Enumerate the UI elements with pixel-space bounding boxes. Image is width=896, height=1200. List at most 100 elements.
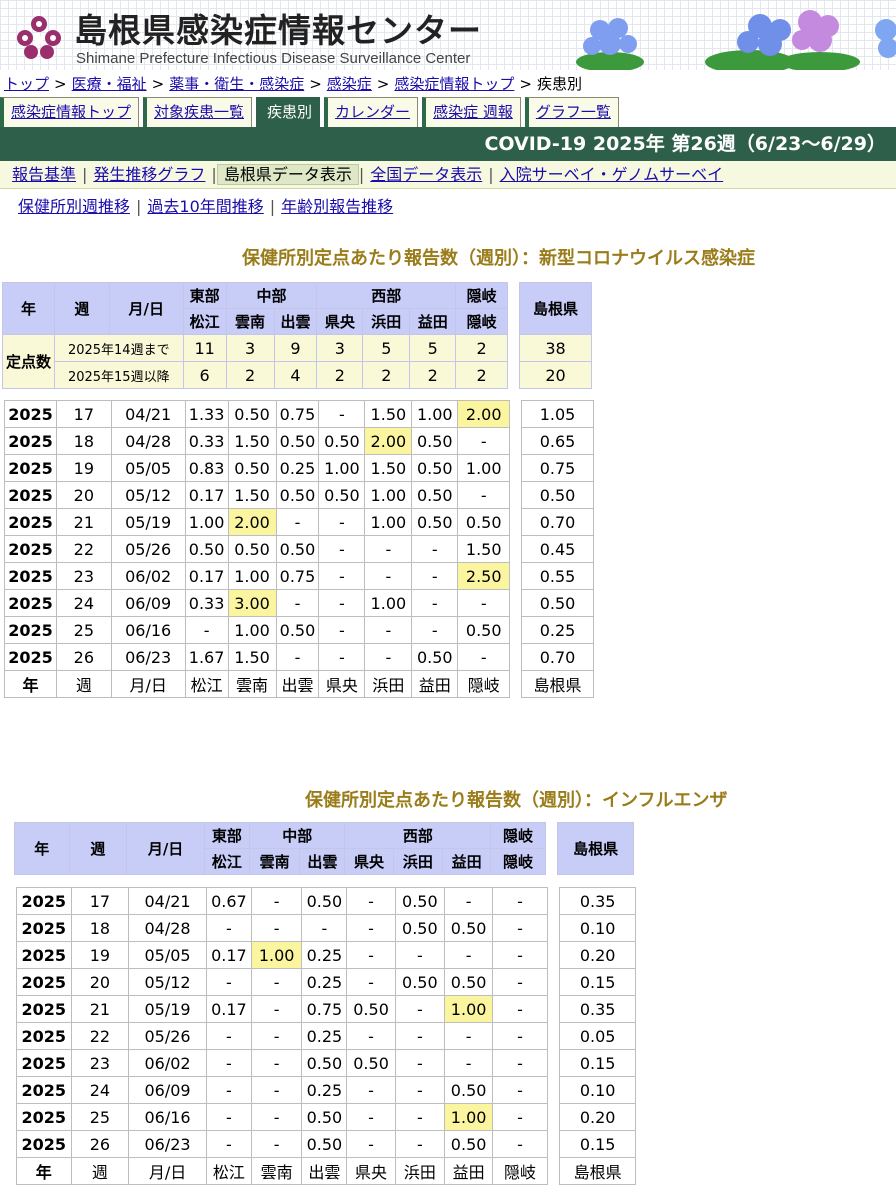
cell-date: 04/21 (128, 887, 207, 915)
tab-label[interactable]: カレンダー (335, 103, 410, 121)
subnav-link[interactable]: 報告基準 (12, 165, 76, 184)
region-header-oki: 隠岐 (455, 282, 509, 309)
tab-label[interactable]: グラフ一覧 (536, 103, 611, 121)
separator: | (211, 165, 217, 184)
subnav-trend-graph[interactable]: 発生推移グラフ (87, 165, 211, 184)
cell-year: 2025 (16, 887, 72, 915)
tab-label[interactable]: 感染症情報トップ (11, 103, 131, 121)
office-header-oki: 隠岐 (455, 308, 509, 335)
cell-total: 0.50 (521, 589, 594, 617)
footer-year: 年 (16, 1157, 72, 1185)
table-row: 2025 25 06/16-1.00 0.50- - -0.50 0.25 (4, 616, 594, 644)
cell-office-value: - (394, 1022, 445, 1050)
tab-by-disease[interactable]: 疾患別 (256, 97, 321, 127)
cell-office-value: - (492, 1049, 548, 1077)
cell-office-value: 0.50 (411, 454, 459, 482)
cell-week: 21 (55, 508, 112, 536)
cell-office-value: 0.50 (394, 968, 445, 996)
cell-year: 2025 (4, 562, 57, 590)
column-gap (509, 562, 522, 590)
tab-disease-list[interactable]: 対象疾患一覧 (143, 97, 253, 127)
sentinel-value: 3 (316, 334, 364, 362)
footer-office: 松江 (184, 670, 229, 698)
cell-office-value: 0.17 (184, 562, 229, 590)
subnav-link[interactable]: 発生推移グラフ (93, 165, 205, 184)
column-gap (509, 454, 522, 482)
breadcrumb-link-pharma-hygiene[interactable]: 薬事・衛生・感染症 (169, 75, 304, 93)
cell-date: 06/02 (110, 562, 186, 590)
cell-year: 2025 (4, 481, 57, 509)
subnav-reporting-criteria[interactable]: 報告基準 (6, 165, 82, 184)
table-row: 2025 26 06/23- -0.50- -0.50-0.15 (16, 1130, 636, 1158)
cell-office-value: - (318, 400, 366, 428)
separator: | (488, 165, 494, 184)
subnav-shimane-data: 島根県データ表示 (216, 164, 359, 185)
cell-office-value: - (364, 535, 413, 563)
region-header-oki: 隠岐 (490, 822, 546, 849)
sentinel-value: 2 (362, 361, 411, 389)
breadcrumb-current: 疾患別 (536, 75, 582, 93)
cell-week: 22 (55, 535, 112, 563)
cell-office-value: 0.50 (443, 1130, 494, 1158)
cell-office-value: 1.00 (318, 454, 366, 482)
cell-year: 2025 (16, 1022, 72, 1050)
cell-office-value: 0.50 (411, 427, 459, 455)
covid-header-table: 年 週 月/日 東部 中部 西部 隠岐 島根県 松江 雲南 出雲 県央 浜田 益… (2, 282, 592, 389)
cell-office-value: - (205, 914, 252, 942)
tab-label[interactable]: 感染症 週報 (433, 103, 513, 121)
tab-calendar[interactable]: カレンダー (324, 97, 419, 127)
footer-office: 出雲 (301, 1157, 348, 1185)
cell-year: 2025 (16, 1076, 72, 1104)
region-header-west: 西部 (344, 822, 492, 849)
region-header-central: 中部 (225, 282, 318, 309)
cell-date: 05/12 (110, 481, 186, 509)
cell-office-value: 2.00 (227, 508, 277, 536)
sentinel-value: 2 (316, 361, 364, 389)
col-header-week: 週 (53, 282, 110, 335)
sentinel-value: 3 (225, 334, 275, 362)
table-row: 2025 18 04/28- - - -0.50 0.50-0.10 (16, 914, 636, 942)
column-gap (509, 481, 522, 509)
cell-office-value: 0.25 (301, 968, 348, 996)
subnav2-weekly-by-office[interactable]: 保健所別週推移 (12, 197, 136, 216)
column-gap (546, 914, 560, 942)
breadcrumb-link-info-top[interactable]: 感染症情報トップ (394, 75, 514, 93)
cell-office-value: - (411, 616, 459, 644)
cell-date: 06/16 (110, 616, 186, 644)
cell-office-value: - (394, 941, 445, 969)
breadcrumb-link-infection[interactable]: 感染症 (327, 75, 372, 93)
cell-week: 24 (70, 1076, 130, 1104)
cell-office-value: - (411, 535, 459, 563)
sub-navigation-secondary: 保健所別週推移 | 過去10年間推移 | 年齢別報告推移 (12, 193, 399, 217)
tab-weekly-report[interactable]: 感染症 週報 (422, 97, 521, 127)
table-row: 2025 18 04/28 0.33 1.50 0.50 0.50 2.00 0.50-0.65 (4, 427, 594, 455)
subnav-national-data[interactable]: 全国データ表示 (364, 165, 488, 184)
sentinel-total: 38 (519, 334, 592, 362)
sentinel-count-label: 定点数 (2, 334, 55, 389)
cell-office-value: - (346, 1076, 396, 1104)
breadcrumb-link-medical-welfare[interactable]: 医療・福祉 (72, 75, 147, 93)
office-header-masuda: 益田 (409, 308, 457, 335)
tab-info-top[interactable]: 感染症情報トップ (0, 97, 140, 127)
subnav2-by-age[interactable]: 年齢別報告推移 (275, 197, 399, 216)
cell-total: 0.10 (559, 914, 636, 942)
column-gap (509, 427, 522, 455)
cell-office-value: 1.50 (227, 427, 277, 455)
cell-office-value: 2.00 (457, 400, 511, 428)
cell-office-value: 0.50 (394, 887, 445, 915)
sentinel-value: 5 (362, 334, 411, 362)
cell-office-value: - (184, 616, 229, 644)
breadcrumb-link-top[interactable]: トップ (4, 75, 49, 93)
sentinel-value: 9 (273, 334, 318, 362)
tab-label[interactable]: 対象疾患一覧 (154, 103, 244, 121)
cell-date: 04/28 (110, 427, 186, 455)
column-gap (546, 1076, 560, 1104)
tab-graph-list[interactable]: グラフ一覧 (524, 97, 619, 127)
cell-year: 2025 (16, 1049, 72, 1077)
sentinel-period-label: 2025年14週まで (53, 334, 184, 362)
office-header-masuda: 益田 (441, 848, 492, 875)
subnav-link[interactable]: 入院サーベイ・ゲノムサーベイ (500, 165, 724, 184)
subnav2-past-10-years[interactable]: 過去10年間推移 (141, 197, 269, 216)
subnav-link[interactable]: 全国データ表示 (370, 165, 482, 184)
subnav-hospital-genome-survey[interactable]: 入院サーベイ・ゲノムサーベイ (494, 165, 730, 184)
